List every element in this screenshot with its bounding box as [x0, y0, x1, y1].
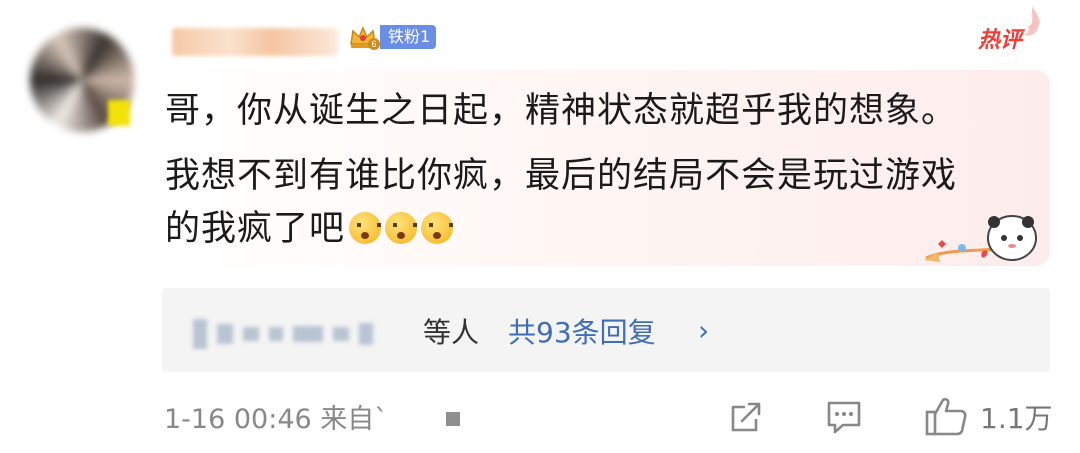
- source-redacted-mark: [446, 412, 460, 426]
- thumbs-up-icon[interactable]: [924, 395, 968, 437]
- username-redacted[interactable]: [172, 28, 338, 56]
- comment-text-line-2: 我想不到有谁比你疯，最后的结局不会是玩过游戏: [165, 156, 958, 196]
- replies-etc-label: 等人: [423, 316, 480, 349]
- comment-timestamp-source: 1-16 00:46 来自`: [164, 404, 388, 435]
- fan-badge-label: 铁粉1: [380, 25, 437, 49]
- replies-count-link[interactable]: 共93条回复: [508, 311, 656, 351]
- chevron-right-icon[interactable]: ›: [698, 314, 709, 347]
- comment-text-line-3-text: 的我疯了吧: [165, 209, 346, 249]
- hot-comment-badge: 热评: [978, 28, 1023, 53]
- fan-level: 6: [368, 38, 380, 50]
- confused-face-icon: [421, 212, 454, 244]
- confused-face-icon: [385, 212, 418, 244]
- flame-icon: [1024, 6, 1040, 36]
- replier-names-redacted: [193, 316, 419, 352]
- comment-text-line-1: 哥，你从诞生之日起，精神状态就超乎我的想象。: [165, 91, 958, 131]
- crown-icon: 6: [348, 22, 380, 52]
- share-icon[interactable]: [728, 399, 764, 435]
- fan-badge[interactable]: 6 铁粉1: [348, 22, 437, 52]
- panda-sticker-icon: [924, 215, 1037, 262]
- avatar-blur-artifact: [108, 100, 130, 126]
- comment-icon[interactable]: [825, 399, 863, 435]
- confused-face-icon: [349, 212, 382, 244]
- comment-text-line-3: 的我疯了吧: [165, 200, 454, 251]
- like-count: 1.1万: [980, 402, 1053, 435]
